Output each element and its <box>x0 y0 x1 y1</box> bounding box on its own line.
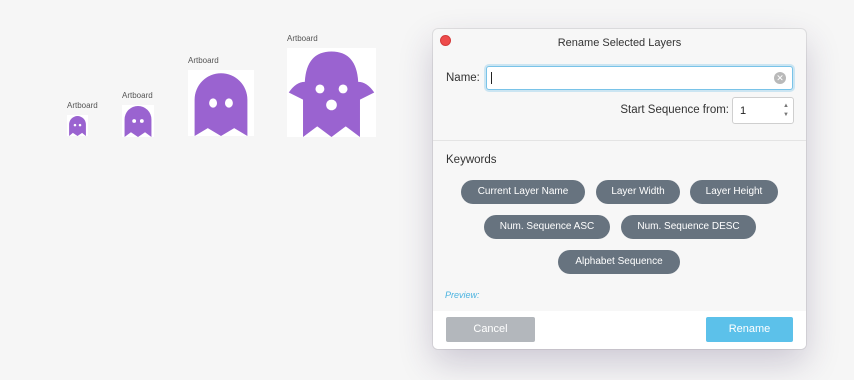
keyword-alphabet-sequence[interactable]: Alphabet Sequence <box>558 250 680 274</box>
keyword-current-layer-name[interactable]: Current Layer Name <box>461 180 585 204</box>
dialog-title: Rename Selected Layers <box>557 37 682 49</box>
start-sequence-label: Start Sequence from: <box>620 104 729 116</box>
text-caret <box>491 72 492 84</box>
artboard-label: Artboard <box>287 34 318 43</box>
preview-label: Preview: <box>445 290 480 300</box>
keywords-heading: Keywords <box>446 154 497 166</box>
keyword-layer-width[interactable]: Layer Width <box>596 180 680 204</box>
start-sequence-input[interactable]: 1 ▲ ▼ <box>732 97 794 124</box>
artboard-label: Artboard <box>188 56 219 65</box>
name-input[interactable]: ✕ <box>486 66 793 90</box>
start-sequence-value: 1 <box>740 105 747 117</box>
artboard-label: Artboard <box>122 91 153 100</box>
artboard-label: Artboard <box>67 101 98 110</box>
clear-icon[interactable]: ✕ <box>774 72 786 84</box>
cancel-button[interactable]: Cancel <box>446 317 535 342</box>
stepper-icon[interactable]: ▲ ▼ <box>782 102 790 120</box>
rename-button[interactable]: Rename <box>706 317 793 342</box>
ghost-icon <box>194 73 248 136</box>
ghost-icon <box>69 116 86 136</box>
ghost-icon <box>288 51 375 137</box>
design-canvas: Artboard Artboard Artboard Artboard Rena… <box>0 0 854 380</box>
divider <box>433 140 806 141</box>
name-label: Name: <box>446 72 480 84</box>
keyword-num-sequence-asc[interactable]: Num. Sequence ASC <box>484 215 610 239</box>
rename-dialog: Rename Selected Layers Name: ✕ Start Seq… <box>433 29 806 349</box>
keyword-layer-height[interactable]: Layer Height <box>690 180 778 204</box>
keyword-num-sequence-desc[interactable]: Num. Sequence DESC <box>621 215 756 239</box>
dialog-footer: Cancel Rename <box>433 311 806 349</box>
ghost-icon <box>124 105 152 137</box>
